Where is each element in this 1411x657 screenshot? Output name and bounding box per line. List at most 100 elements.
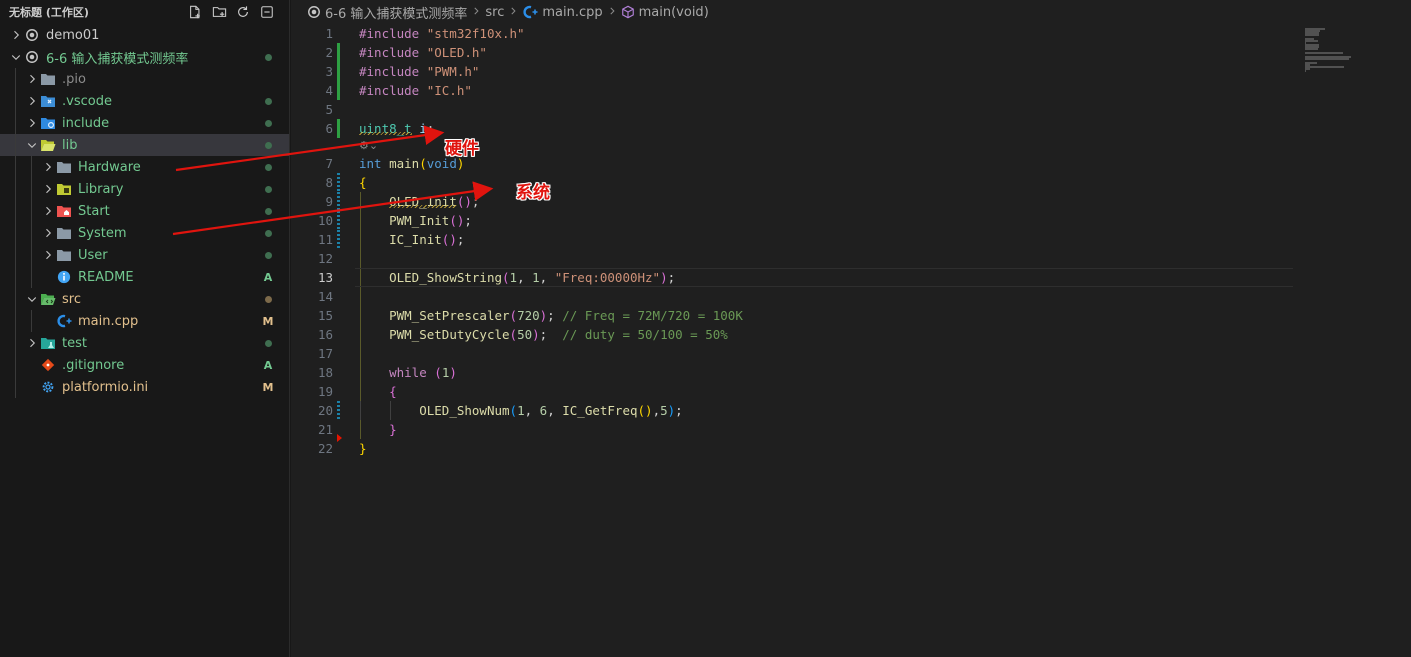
tree-item-test[interactable]: test	[0, 332, 289, 354]
gutter-modified-marker[interactable]	[337, 211, 340, 230]
code-line[interactable]: 9 OLED_Init();	[291, 192, 1411, 211]
new-file-icon[interactable]	[187, 4, 203, 20]
chevron-down-icon[interactable]	[24, 137, 40, 153]
code-line[interactable]: 4 #include "IC.h"	[291, 81, 1411, 100]
breadcrumb-item[interactable]: main(void)	[621, 5, 709, 20]
chevron-right-icon[interactable]	[24, 115, 40, 131]
code-line[interactable]: 17	[291, 344, 1411, 363]
tree-item-gitignore[interactable]: .gitignore A	[0, 354, 289, 376]
code-line[interactable]: 12	[291, 249, 1411, 268]
tree-item-system[interactable]: System	[0, 222, 289, 244]
tree-item-main-cpp[interactable]: main.cpp M	[0, 310, 289, 332]
tree-item-hardware[interactable]: Hardware	[0, 156, 289, 178]
tree-item-label: lib	[62, 137, 78, 153]
refresh-icon[interactable]	[235, 4, 251, 20]
home-folder-icon	[56, 203, 72, 219]
code-area[interactable]: 1 #include "stm32f10x.h" 2 #include "OLED.h…	[291, 24, 1411, 458]
tree-item-src[interactable]: src	[0, 288, 289, 310]
gutter-added-marker[interactable]	[337, 81, 340, 100]
gutter-added-marker[interactable]	[337, 62, 340, 81]
chevron-down-icon[interactable]	[8, 49, 24, 65]
line-number: 4	[325, 83, 333, 98]
tree-item-vscode[interactable]: .vscode	[0, 90, 289, 112]
code-token: 1	[517, 403, 525, 418]
code-line[interactable]: 21 }	[291, 420, 1411, 442]
breadcrumb-item[interactable]: src	[485, 5, 504, 20]
gutter-modified-marker[interactable]	[337, 401, 340, 420]
tree-item-6-6[interactable]: 6-6 输入捕获模式测频率	[0, 46, 289, 68]
code-line[interactable]: 10 PWM_Init();	[291, 211, 1411, 230]
gutter-added-marker[interactable]	[337, 43, 340, 62]
workspace-header[interactable]: 无标题 (工作区)	[0, 0, 289, 24]
code-editor: 6-6 输入捕获模式测频率 src main.cpp main(void) 1 #inc…	[291, 0, 1411, 657]
tree-item-label: System	[78, 225, 127, 241]
folder-icon	[56, 247, 72, 263]
chevron-right-icon[interactable]	[24, 335, 40, 351]
code-token: ,	[547, 403, 563, 418]
tree-item-lib[interactable]: lib	[0, 134, 289, 156]
code-token: 1	[509, 270, 518, 285]
chevron-right-icon[interactable]	[24, 71, 40, 87]
code-line[interactable]: 7 int main(void)	[291, 154, 1411, 173]
chevron-right-icon[interactable]	[40, 225, 56, 241]
tree-item-label: demo01	[46, 27, 100, 43]
chevron-down-icon[interactable]	[24, 291, 40, 307]
code-token: )	[660, 270, 668, 285]
code-line[interactable]: 14	[291, 287, 1411, 306]
tree-item-library[interactable]: Library	[0, 178, 289, 200]
code-line[interactable]: 11 IC_Init();	[291, 230, 1411, 249]
code-line[interactable]: 22}	[291, 439, 1411, 458]
chevron-right-icon[interactable]	[24, 93, 40, 109]
git-status-dot	[262, 200, 274, 222]
code-line[interactable]: 5	[291, 100, 1411, 119]
code-line[interactable]: 20 OLED_ShowNum(1, 6, IC_GetFreq(),5);	[291, 401, 1411, 420]
tree-item-include[interactable]: include	[0, 112, 289, 134]
file-tree: demo01 6-6 输入捕获模式测频率 .pio .vscode include lib…	[0, 24, 289, 398]
code-line[interactable]: 6 uint8_t i;	[291, 119, 1411, 138]
tree-item-platformio-ini[interactable]: platformio.ini M	[0, 376, 289, 398]
minimap[interactable]	[1293, 24, 1411, 657]
code-line[interactable]: 8{	[291, 173, 1411, 192]
code-line[interactable]: 1 #include "stm32f10x.h"	[291, 24, 1411, 43]
breadcrumb-item[interactable]: main.cpp	[522, 5, 603, 20]
info-icon	[56, 269, 72, 285]
cpp-file-icon	[522, 5, 538, 19]
chevron-right-icon[interactable]	[40, 247, 56, 263]
git-status-dot	[262, 222, 274, 244]
code-line[interactable]: 19 {	[291, 382, 1411, 401]
code-line[interactable]: 15 PWM_SetPrescaler(720); // Freq = 72M/…	[291, 306, 1411, 325]
code-line[interactable]: 16 PWM_SetDutyCycle(50); // duty = 50/10…	[291, 325, 1411, 344]
tree-item-start[interactable]: Start	[0, 200, 289, 222]
tree-item-user[interactable]: User	[0, 244, 289, 266]
chevron-right-icon[interactable]	[8, 27, 24, 43]
tree-item-pio[interactable]: .pio	[0, 68, 289, 90]
gutter-modified-marker[interactable]	[337, 192, 340, 211]
breadcrumb-item[interactable]: 6-6 输入捕获模式测频率	[307, 3, 467, 22]
code-line[interactable]: 3 #include "PWM.h"	[291, 62, 1411, 81]
new-folder-icon[interactable]	[211, 4, 227, 20]
tree-item-label: src	[62, 291, 81, 307]
code-text: OLED_Init();	[359, 192, 479, 211]
code-line[interactable]: 2 #include "OLED.h"	[291, 43, 1411, 62]
tree-item-demo01[interactable]: demo01	[0, 24, 289, 46]
tree-item-label: README	[78, 269, 134, 285]
chevron-right-icon[interactable]	[40, 159, 56, 175]
code-token: (	[502, 270, 510, 285]
chevron-right-icon[interactable]	[40, 203, 56, 219]
code-token: OLED_ShowString	[389, 270, 502, 285]
collapse-all-icon[interactable]	[259, 4, 275, 20]
gutter-modified-marker[interactable]	[337, 230, 340, 249]
codelens-gear-icon[interactable]: ⚙⌄	[359, 138, 378, 154]
code-line[interactable]: 13 OLED_ShowString(1, 1, "Freq:00000Hz")…	[291, 268, 1411, 287]
gutter-added-marker[interactable]	[337, 119, 340, 138]
git-status-badge: A	[263, 270, 273, 284]
gutter-modified-marker[interactable]	[337, 173, 340, 192]
tree-item-readme[interactable]: README A	[0, 266, 289, 288]
chevron-right-icon[interactable]	[40, 181, 56, 197]
folder-icon	[56, 159, 72, 175]
line-number: 6	[325, 121, 333, 136]
code-line[interactable]: 18 while (1)	[291, 363, 1411, 382]
